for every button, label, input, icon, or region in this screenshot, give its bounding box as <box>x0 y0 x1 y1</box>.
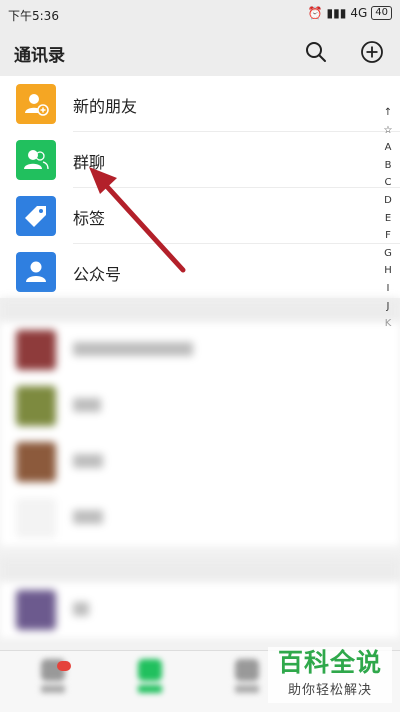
watermark: 百科全说 助你轻松解决 <box>268 647 392 703</box>
avatar <box>16 590 56 630</box>
avatar <box>16 330 56 370</box>
contact-row[interactable] <box>0 582 400 638</box>
index-letter[interactable]: ↑ <box>384 104 392 122</box>
group-chats-label: 群聊 <box>73 153 106 172</box>
search-icon <box>306 42 326 62</box>
index-letter[interactable]: G <box>384 245 392 263</box>
person-icon <box>16 252 56 292</box>
index-letter[interactable]: F <box>385 227 391 245</box>
avatar <box>16 498 56 538</box>
alarm-icon: ⏰ <box>307 6 323 20</box>
new-friends-item[interactable]: 新的朋友 <box>0 76 400 132</box>
compass-icon <box>235 659 259 681</box>
index-letter[interactable]: A <box>385 139 392 157</box>
index-letter[interactable]: E <box>385 210 391 228</box>
tag-icon <box>16 196 56 236</box>
contact-name-blurred <box>73 602 89 616</box>
index-letter[interactable]: K <box>385 315 392 333</box>
plus-circle-icon <box>361 41 383 63</box>
index-letter[interactable]: D <box>384 192 392 210</box>
section-header <box>0 298 400 322</box>
unread-badge <box>57 661 71 671</box>
official-accounts-label: 公众号 <box>73 265 122 284</box>
tags-item[interactable]: 标签 <box>0 188 400 244</box>
contact-name-blurred <box>73 342 193 356</box>
index-letter[interactable]: I <box>387 280 390 298</box>
page-title: 通讯录 <box>14 46 65 66</box>
contacts-icon <box>138 659 162 681</box>
tags-label: 标签 <box>73 209 106 228</box>
function-list: 新的朋友 群聊 标签 公众号 <box>0 76 400 298</box>
status-icons: ⏰ ▮▮▮ 4G 40 <box>308 6 392 20</box>
alphabet-index[interactable]: ↑ ☆ A B C D E F G H I J K <box>380 104 396 333</box>
index-letter[interactable]: ☆ <box>384 122 393 140</box>
index-letter[interactable]: B <box>385 157 392 175</box>
status-time: 下午5:36 <box>8 9 59 23</box>
status-bar: 下午5:36 ⏰ ▮▮▮ 4G 40 <box>0 0 400 28</box>
index-letter[interactable]: J <box>387 298 390 316</box>
new-friends-label: 新的朋友 <box>73 97 138 116</box>
battery-icon: 40 <box>371 6 392 20</box>
tab-label-blurred <box>41 685 65 693</box>
watermark-subtitle: 助你轻松解决 <box>287 683 372 698</box>
group-icon <box>16 140 56 180</box>
contact-name-blurred <box>73 454 103 468</box>
person-add-icon <box>16 84 56 124</box>
tab-discover[interactable] <box>222 659 272 703</box>
contact-name-blurred <box>73 398 101 412</box>
tab-label-blurred <box>138 685 162 693</box>
watermark-title: 百科全说 <box>277 648 382 677</box>
official-accounts-item[interactable]: 公众号 <box>0 244 400 300</box>
contact-row[interactable] <box>0 490 400 546</box>
search-button[interactable] <box>302 38 330 66</box>
contact-row[interactable] <box>0 322 400 378</box>
index-letter[interactable]: C <box>385 174 392 192</box>
tab-contacts[interactable] <box>125 659 175 703</box>
avatar <box>16 442 56 482</box>
network-type: 4G <box>350 6 368 20</box>
section-header <box>0 558 400 582</box>
contact-name-blurred <box>73 510 103 524</box>
signal-icon: ▮▮▮ <box>326 6 347 20</box>
group-chats-item[interactable]: 群聊 <box>0 132 400 188</box>
tab-label-blurred <box>235 685 259 693</box>
contact-row[interactable] <box>0 378 400 434</box>
avatar <box>16 386 56 426</box>
add-button[interactable] <box>358 38 386 66</box>
title-bar: 通讯录 <box>0 28 400 76</box>
index-letter[interactable]: H <box>384 262 392 280</box>
contact-row[interactable] <box>0 434 400 490</box>
